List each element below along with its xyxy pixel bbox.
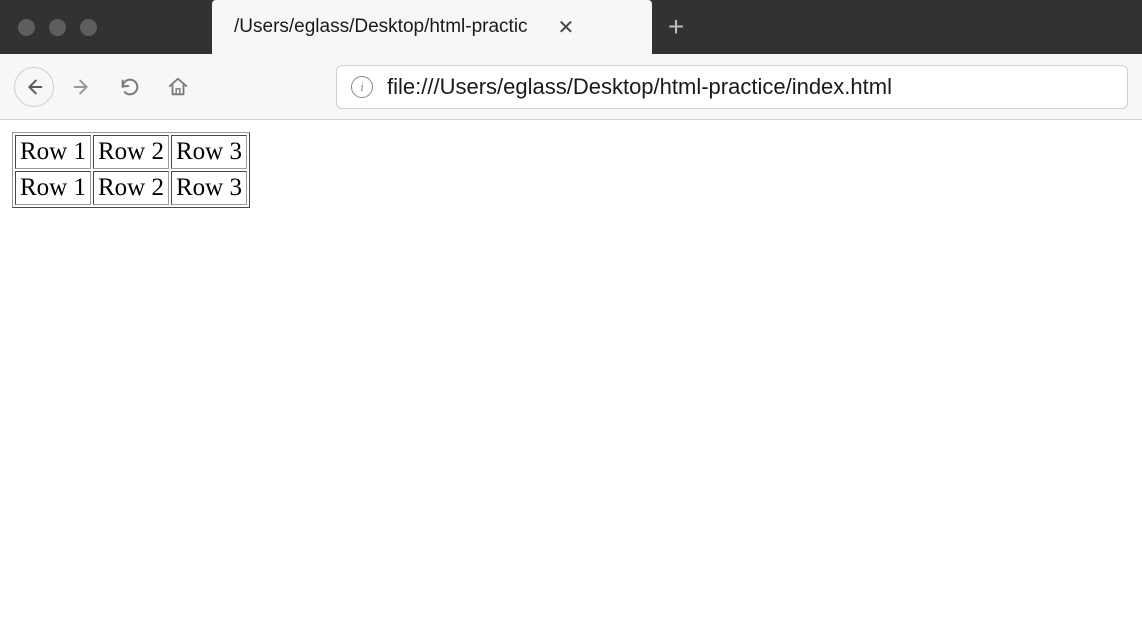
reload-icon (119, 76, 141, 98)
plus-icon: + (668, 11, 684, 43)
table-cell: Row 2 (93, 171, 169, 205)
arrow-left-icon (23, 76, 45, 98)
home-button[interactable] (158, 67, 198, 107)
browser-tab-active[interactable]: /Users/eglass/Desktop/html-practic ✕ (212, 0, 652, 54)
table-cell: Row 2 (93, 135, 169, 169)
tab-title: /Users/eglass/Desktop/html-practic (234, 16, 528, 38)
forward-button[interactable] (62, 67, 102, 107)
url-text: file:///Users/eglass/Desktop/html-practi… (387, 74, 892, 100)
table-cell: Row 3 (171, 171, 247, 205)
close-window-button[interactable] (18, 19, 35, 36)
arrow-right-icon (71, 76, 93, 98)
table-cell: Row 3 (171, 135, 247, 169)
window-titlebar: /Users/eglass/Desktop/html-practic ✕ + (0, 0, 1142, 54)
table-cell: Row 1 (15, 171, 91, 205)
minimize-window-button[interactable] (49, 19, 66, 36)
back-button[interactable] (14, 67, 54, 107)
tab-strip: /Users/eglass/Desktop/html-practic ✕ + (212, 0, 700, 54)
close-tab-icon[interactable]: ✕ (558, 15, 575, 40)
address-bar[interactable]: i file:///Users/eglass/Desktop/html-prac… (336, 65, 1128, 109)
maximize-window-button[interactable] (80, 19, 97, 36)
window-controls (0, 0, 117, 54)
reload-button[interactable] (110, 67, 150, 107)
browser-toolbar: i file:///Users/eglass/Desktop/html-prac… (0, 54, 1142, 120)
demo-table: Row 1 Row 2 Row 3 Row 1 Row 2 Row 3 (12, 132, 250, 208)
table-row: Row 1 Row 2 Row 3 (15, 135, 247, 169)
home-icon (167, 76, 189, 98)
table-cell: Row 1 (15, 135, 91, 169)
site-info-icon[interactable]: i (351, 76, 373, 98)
table-row: Row 1 Row 2 Row 3 (15, 171, 247, 205)
page-content: Row 1 Row 2 Row 3 Row 1 Row 2 Row 3 (0, 120, 1142, 220)
new-tab-button[interactable]: + (652, 0, 700, 54)
